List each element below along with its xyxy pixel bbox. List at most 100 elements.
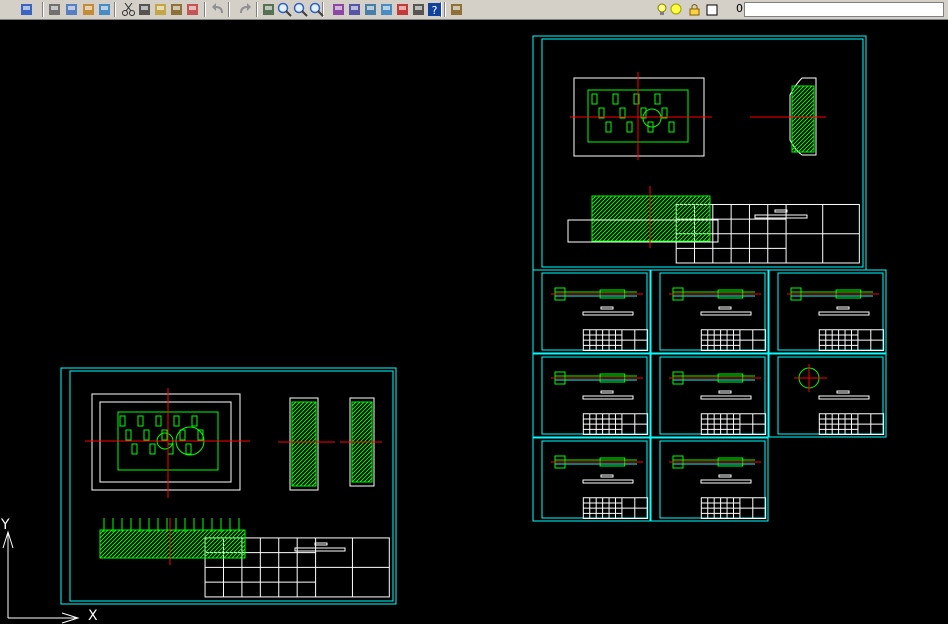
part-detail-sheet bbox=[532, 35, 867, 271]
layer-manager-icon[interactable] bbox=[448, 1, 465, 18]
detail-sheet-7 bbox=[532, 437, 651, 522]
hatch-line bbox=[591, 195, 609, 213]
hatch-line bbox=[311, 481, 317, 487]
hatch-line bbox=[291, 401, 297, 407]
pocket bbox=[179, 429, 186, 441]
cut-icon[interactable] bbox=[120, 1, 137, 18]
detail-sheet-8 bbox=[650, 437, 769, 522]
detail-sheet-4 bbox=[532, 353, 651, 438]
detail-sheet-6 bbox=[768, 353, 887, 438]
hatch-line bbox=[351, 425, 373, 447]
copy-icon[interactable] bbox=[136, 1, 153, 18]
color-swatch-icon[interactable] bbox=[704, 1, 721, 18]
part-profile bbox=[551, 455, 643, 469]
note-text bbox=[718, 474, 732, 478]
block-editor-icon[interactable] bbox=[184, 1, 201, 18]
hatch-line bbox=[295, 465, 317, 487]
hatch-line bbox=[351, 401, 373, 423]
hatch-line bbox=[797, 135, 815, 153]
hatch-line bbox=[307, 477, 317, 487]
tool-palettes-icon[interactable] bbox=[362, 1, 379, 18]
pocket bbox=[668, 121, 675, 133]
hatch-line bbox=[351, 401, 357, 407]
note-text bbox=[718, 306, 732, 310]
pocket bbox=[167, 443, 174, 455]
note-text bbox=[582, 311, 634, 316]
sheet-set-icon[interactable] bbox=[378, 1, 395, 18]
zoom-window-icon[interactable] bbox=[292, 1, 309, 18]
hatch-line bbox=[99, 529, 121, 551]
note-text bbox=[600, 390, 614, 394]
save-icon[interactable] bbox=[18, 1, 35, 18]
detail-sheet-3 bbox=[768, 269, 887, 354]
hatch-line bbox=[351, 437, 373, 459]
note-text bbox=[836, 390, 850, 394]
hatch-line bbox=[351, 429, 373, 451]
hatch-line bbox=[591, 195, 613, 217]
markup-icon[interactable] bbox=[394, 1, 411, 18]
zoom-realtime-icon[interactable] bbox=[276, 1, 293, 18]
hatch-line bbox=[351, 433, 373, 455]
hatch-line bbox=[351, 457, 373, 479]
hatch-line bbox=[591, 195, 625, 229]
hatch-line bbox=[351, 405, 373, 427]
section-outline bbox=[567, 219, 719, 243]
hatch-line bbox=[291, 401, 309, 419]
hatch-region bbox=[591, 195, 711, 242]
pocket bbox=[119, 415, 126, 427]
pocket bbox=[654, 93, 661, 105]
pocket bbox=[143, 429, 150, 441]
paste-icon[interactable] bbox=[152, 1, 169, 18]
ucs-y-label: Y bbox=[1, 517, 10, 533]
detail-sheet-1 bbox=[532, 269, 651, 354]
pocket bbox=[612, 93, 619, 105]
3d-dwf-icon[interactable] bbox=[96, 1, 113, 18]
pan-icon[interactable] bbox=[260, 1, 277, 18]
calculator-icon[interactable] bbox=[410, 1, 427, 18]
zoom-previous-icon[interactable] bbox=[308, 1, 325, 18]
pocket bbox=[131, 443, 138, 455]
note-text bbox=[700, 311, 752, 316]
properties-icon[interactable] bbox=[330, 1, 347, 18]
pocket bbox=[173, 415, 180, 427]
part-profile bbox=[787, 287, 879, 301]
hatch-line bbox=[235, 548, 246, 559]
part-profile bbox=[669, 371, 761, 385]
toolbar-separator bbox=[444, 2, 446, 17]
hatch-line bbox=[351, 453, 373, 475]
pocket bbox=[191, 415, 198, 427]
sun-icon[interactable] bbox=[668, 1, 685, 18]
hatch-line bbox=[791, 85, 813, 107]
undo-icon[interactable] bbox=[210, 1, 227, 18]
publish-icon[interactable] bbox=[80, 1, 97, 18]
layer-dropdown[interactable] bbox=[744, 2, 944, 17]
help-icon[interactable]: ? bbox=[426, 1, 443, 18]
part-profile bbox=[669, 287, 761, 301]
hatch-line bbox=[351, 421, 373, 443]
current-layer-name: 0 bbox=[736, 2, 743, 15]
hatch-line bbox=[355, 465, 373, 483]
note-text bbox=[314, 542, 328, 546]
pocket bbox=[591, 93, 598, 105]
plot-preview-icon[interactable] bbox=[63, 1, 80, 18]
pocket bbox=[149, 443, 156, 455]
match-properties-icon[interactable] bbox=[168, 1, 185, 18]
note-text bbox=[836, 306, 850, 310]
lock-icon[interactable] bbox=[686, 1, 703, 18]
hatch-line bbox=[351, 409, 373, 431]
hatch-line bbox=[367, 477, 373, 483]
note-text bbox=[754, 214, 808, 219]
sheet-border bbox=[60, 367, 397, 605]
hatch-line bbox=[809, 147, 815, 153]
hatch-line bbox=[291, 401, 301, 411]
hatch-line bbox=[351, 449, 373, 471]
plot-icon[interactable] bbox=[46, 1, 63, 18]
hatch-line bbox=[291, 401, 313, 423]
hatch-line bbox=[690, 221, 711, 242]
ucs-icon bbox=[2, 530, 80, 624]
design-center-icon[interactable] bbox=[346, 1, 363, 18]
note-text bbox=[718, 390, 732, 394]
drawing-canvas[interactable] bbox=[0, 20, 948, 624]
redo-icon[interactable] bbox=[236, 1, 253, 18]
hatch-line bbox=[351, 401, 361, 411]
